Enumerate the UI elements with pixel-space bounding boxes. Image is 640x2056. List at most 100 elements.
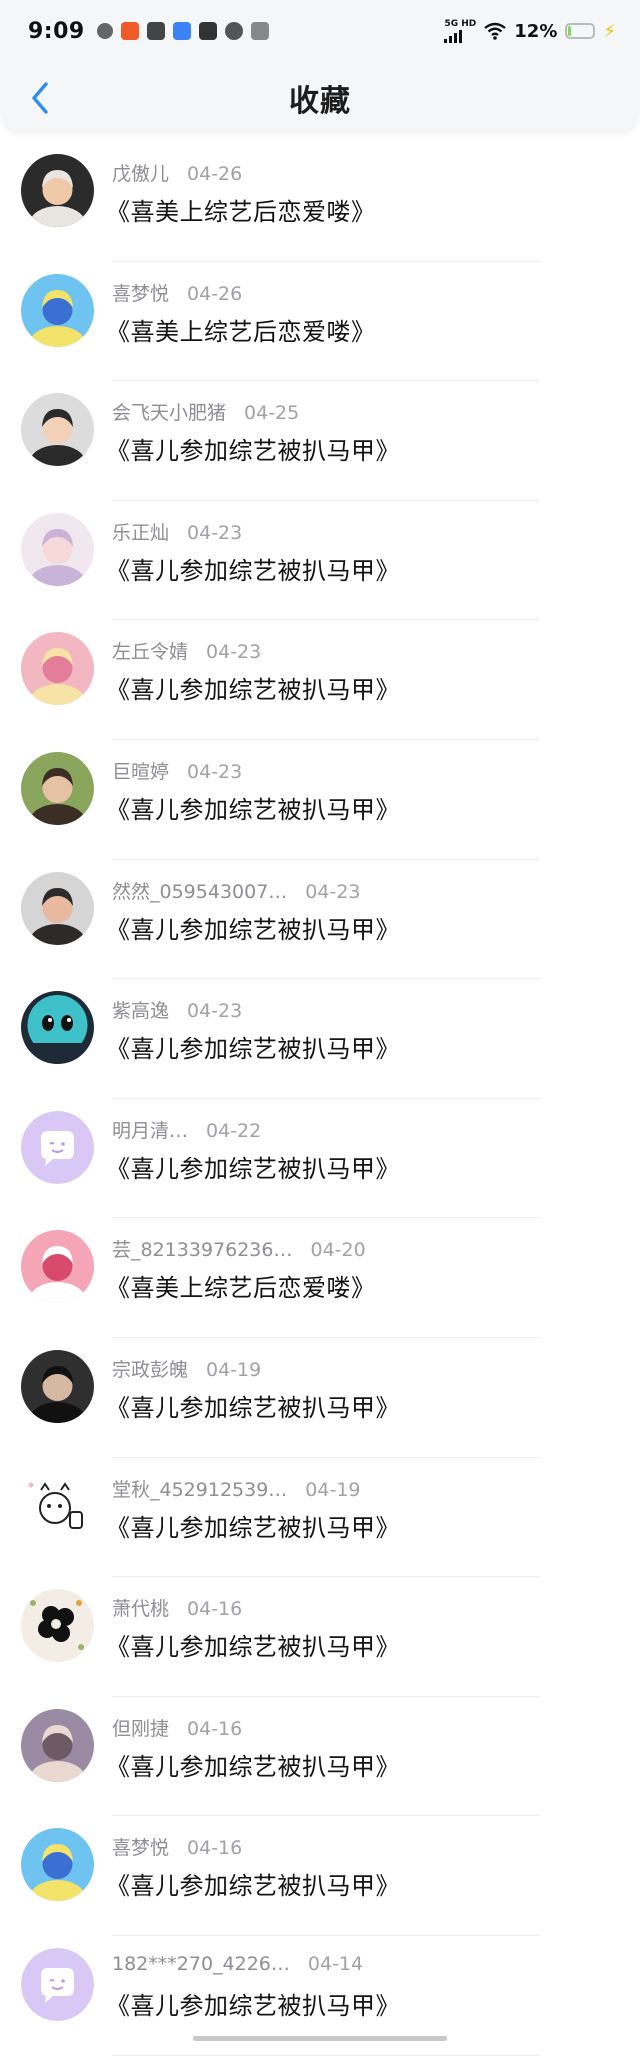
avatar-anime[interactable] [21, 1828, 94, 1902]
date-label: 04-16 [187, 1598, 243, 1621]
avatar-cartoon[interactable] [21, 991, 94, 1065]
username[interactable]: 喜梦悦 [112, 1833, 169, 1860]
username[interactable]: 明月清… [112, 1116, 188, 1143]
avatar-doll[interactable] [21, 632, 94, 706]
book-title[interactable]: 《喜美上综艺后恋爱喽》 [106, 1268, 376, 1303]
item-meta: 芸_82133976236… 04-20 [112, 1235, 366, 1262]
username[interactable]: 乐正灿 [112, 518, 169, 545]
list-item[interactable]: 左丘令婧 04-23 《喜儿参加综艺被扒马甲》 [0, 620, 640, 740]
book-title[interactable]: 《喜儿参加综艺被扒马甲》 [106, 1029, 400, 1064]
back-button[interactable] [18, 76, 62, 120]
item-meta: 戊傲儿 04-26 [112, 159, 242, 186]
username[interactable]: 紫高逸 [112, 996, 169, 1023]
item-meta: 紫高逸 04-23 [112, 996, 242, 1023]
username[interactable]: 堂秋_452912539… [112, 1475, 287, 1502]
list-item[interactable]: 巨暄婷 04-23 《喜儿参加综艺被扒马甲》 [0, 740, 640, 860]
item-meta: 然然_059543007… 04-23 [112, 877, 361, 904]
list-item[interactable]: 萧代桃 04-16 《喜儿参加综艺被扒马甲》 [0, 1577, 640, 1697]
item-meta: 堂秋_452912539… 04-19 [112, 1475, 361, 1502]
home-indicator[interactable] [193, 2036, 447, 2041]
list-item[interactable]: 喜梦悦 04-26 《喜美上综艺后恋爱喽》 [0, 262, 640, 382]
book-title[interactable]: 《喜儿参加综艺被扒马甲》 [106, 1747, 400, 1782]
item-meta: 萧代桃 04-16 [112, 1594, 242, 1621]
avatar-anime[interactable] [21, 273, 94, 347]
list-item[interactable]: 但刚捷 04-16 《喜儿参加综艺被扒马甲》 [0, 1697, 640, 1817]
username[interactable]: 宗政彭魄 [112, 1355, 188, 1382]
book-title[interactable]: 《喜美上综艺后恋爱喽》 [106, 312, 376, 347]
book-title[interactable]: 《喜儿参加综艺被扒马甲》 [106, 1627, 400, 1662]
username[interactable]: 喜梦悦 [112, 279, 169, 306]
list-item[interactable]: 宗政彭魄 04-19 《喜儿参加综艺被扒马甲》 [0, 1338, 640, 1458]
chat-app-icon [224, 22, 243, 40]
username[interactable]: 然然_059543007… [112, 877, 287, 904]
status-bar: 9:09 5G HD 12% ⚡ [0, 0, 640, 62]
app-notification-icon [120, 22, 139, 40]
avatar-photo[interactable] [21, 154, 94, 227]
chevron-left-icon [32, 82, 48, 114]
item-meta: 喜梦悦 04-26 [112, 279, 242, 306]
avatar-photo[interactable] [21, 393, 94, 467]
list-item[interactable]: 明月清… 04-22 《喜儿参加综艺被扒马甲》 [0, 1099, 640, 1219]
username[interactable]: 左丘令婧 [112, 637, 188, 664]
list-item[interactable]: 芸_82133976236… 04-20 《喜美上综艺后恋爱喽》 [0, 1218, 640, 1338]
header: 收藏 [0, 62, 640, 134]
book-title[interactable]: 《喜儿参加综艺被扒马甲》 [106, 551, 400, 586]
username[interactable]: 戊傲儿 [112, 159, 169, 186]
book-title[interactable]: 《喜儿参加综艺被扒马甲》 [106, 790, 400, 825]
date-label: 04-20 [310, 1239, 366, 1262]
network-label: 5G HD [444, 19, 477, 29]
avatar-anime[interactable] [21, 1230, 94, 1304]
avatar-photo[interactable] [21, 751, 94, 825]
avatar-default[interactable] [21, 1947, 94, 2021]
list-item[interactable]: 喜梦悦 04-16 《喜儿参加综艺被扒马甲》 [0, 1816, 640, 1936]
list-item[interactable]: 乐正灿 04-23 《喜儿参加综艺被扒马甲》 [0, 501, 640, 621]
username[interactable]: 芸_82133976236… [112, 1235, 292, 1262]
favorites-list: 戊傲儿 04-26 《喜美上综艺后恋爱喽》 喜梦悦 04-26 《喜美上综艺后恋爱喽》 会飞… [0, 142, 640, 2056]
date-label: 04-25 [244, 402, 300, 425]
item-meta: 182***270_4226… 04-14 [112, 1953, 363, 1975]
date-label: 04-26 [187, 163, 243, 185]
list-item[interactable]: 会飞天小肥猪 04-25 《喜儿参加综艺被扒马甲》 [0, 381, 640, 501]
page-title: 收藏 [289, 84, 351, 119]
date-label: 04-19 [305, 1478, 361, 1501]
book-title[interactable]: 《喜儿参加综艺被扒马甲》 [106, 910, 400, 945]
avatar-photo[interactable] [21, 1349, 94, 1423]
username[interactable]: 但刚捷 [112, 1714, 169, 1741]
book-title[interactable]: 《喜儿参加综艺被扒马甲》 [106, 1149, 400, 1184]
book-title[interactable]: 《喜儿参加综艺被扒马甲》 [106, 1388, 400, 1423]
date-label: 04-26 [187, 282, 243, 305]
book-title[interactable]: 《喜儿参加综艺被扒马甲》 [106, 670, 400, 705]
date-label: 04-23 [187, 521, 243, 544]
username[interactable]: 巨暄婷 [112, 757, 169, 784]
notification-icons [96, 22, 269, 40]
book-title[interactable]: 《喜儿参加综艺被扒马甲》 [106, 1866, 400, 1901]
avatar-flower[interactable] [21, 1589, 94, 1663]
date-label: 04-23 [305, 880, 361, 903]
wifi-icon [484, 22, 507, 40]
flash-app-icon [198, 22, 217, 40]
avatar-sketch[interactable] [21, 1469, 94, 1543]
avatar-anime[interactable] [21, 512, 94, 586]
username[interactable]: 会飞天小肥猪 [112, 398, 226, 425]
avatar-photo[interactable] [21, 871, 94, 945]
book-title[interactable]: 《喜儿参加综艺被扒马甲》 [106, 1508, 400, 1543]
avatar-photo[interactable] [21, 1708, 94, 1782]
signal-icon [444, 29, 463, 43]
book-title[interactable]: 《喜美上综艺后恋爱喽》 [106, 192, 376, 227]
username[interactable]: 182***270_4226… [112, 1953, 290, 1975]
date-label: 04-23 [187, 760, 243, 783]
mail-icon [172, 22, 191, 40]
book-title[interactable]: 《喜儿参加综艺被扒马甲》 [106, 431, 400, 466]
book-title[interactable]: 《喜儿参加综艺被扒马甲》 [106, 1986, 400, 2021]
item-meta: 巨暄婷 04-23 [112, 757, 242, 784]
list-item[interactable]: 戊傲儿 04-26 《喜美上综艺后恋爱喽》 [0, 142, 640, 262]
item-meta: 喜梦悦 04-16 [112, 1833, 242, 1860]
username[interactable]: 萧代桃 [112, 1594, 169, 1621]
list-item[interactable]: 然然_059543007… 04-23 《喜儿参加综艺被扒马甲》 [0, 860, 640, 980]
list-item[interactable]: 堂秋_452912539… 04-19 《喜儿参加综艺被扒马甲》 [0, 1458, 640, 1578]
date-label: 04-19 [206, 1358, 262, 1381]
avatar-default[interactable] [21, 1110, 94, 1184]
date-label: 04-16 [187, 1837, 243, 1860]
list-item[interactable]: 紫高逸 04-23 《喜儿参加综艺被扒马甲》 [0, 979, 640, 1099]
item-meta: 乐正灿 04-23 [112, 518, 242, 545]
